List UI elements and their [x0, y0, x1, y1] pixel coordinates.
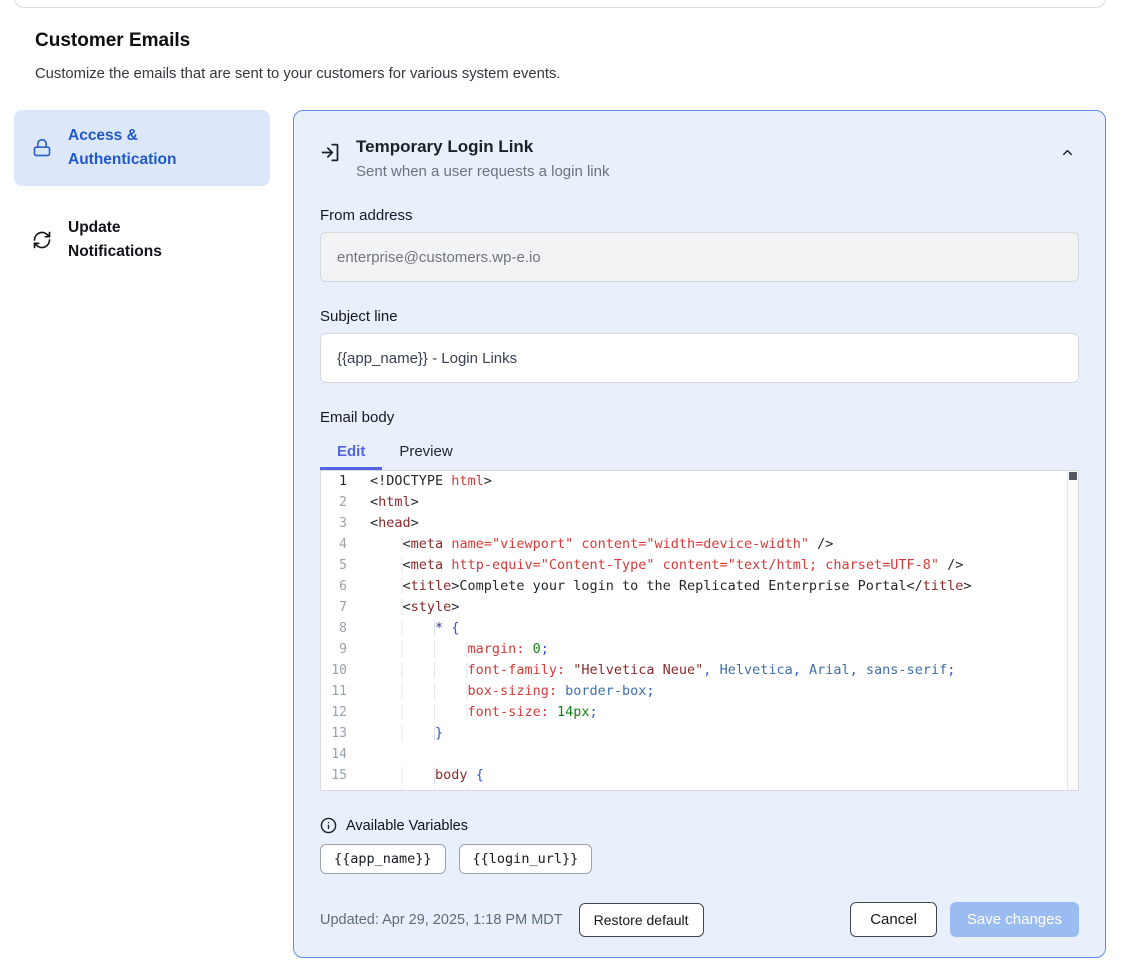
- refresh-icon: [32, 230, 52, 250]
- available-variables-label: Available Variables: [346, 818, 468, 834]
- code-line: 2<html>: [321, 492, 1067, 513]
- line-number: 15: [321, 765, 347, 786]
- line-number: 2: [321, 492, 347, 513]
- code-lines: 1<!DOCTYPE html>2<html>3<head>4 <meta na…: [321, 471, 1067, 791]
- updated-timestamp: Updated: Apr 29, 2025, 1:18 PM MDT: [320, 912, 563, 928]
- line-number: 6: [321, 576, 347, 597]
- code-line: 15 body {: [321, 765, 1067, 786]
- available-variables-header: Available Variables: [320, 817, 1079, 834]
- subject-line-label: Subject line: [320, 308, 1079, 325]
- lock-icon: [32, 138, 52, 158]
- code-line: 11 box-sizing: border-box;: [321, 681, 1067, 702]
- variable-chips: {{app_name}} {{login_url}}: [320, 844, 1079, 874]
- info-icon: [320, 817, 337, 834]
- code-line: 13 }: [321, 723, 1067, 744]
- sidebar-item-update-notifications[interactable]: Update Notifications: [14, 202, 270, 278]
- editor-scrollbar[interactable]: [1067, 471, 1078, 790]
- from-address-input[interactable]: [320, 232, 1079, 282]
- line-number: 4: [321, 534, 347, 555]
- sidebar-item-access-authentication[interactable]: Access & Authentication: [14, 110, 270, 186]
- code-editor[interactable]: 1<!DOCTYPE html>2<html>3<head>4 <meta na…: [320, 470, 1079, 791]
- code-line: 3<head>: [321, 513, 1067, 534]
- previous-card-edge: [14, 0, 1106, 8]
- code-line: 14: [321, 744, 1067, 765]
- code-line: 1<!DOCTYPE html>: [321, 471, 1067, 492]
- panel-title: Temporary Login Link: [356, 135, 1056, 159]
- line-number: 12: [321, 702, 347, 723]
- code-line: 12 font-size: 14px;: [321, 702, 1067, 723]
- save-changes-button[interactable]: Save changes: [950, 902, 1079, 937]
- editor-scrollbar-thumb[interactable]: [1069, 472, 1077, 480]
- variable-chip-login-url[interactable]: {{login_url}}: [459, 844, 593, 874]
- panel-footer: Updated: Apr 29, 2025, 1:18 PM MDT Resto…: [320, 902, 1079, 937]
- code-line: 9 margin: 0;: [321, 639, 1067, 660]
- sidebar-item-label: Update Notifications: [68, 216, 218, 264]
- temporary-login-link-panel: Temporary Login Link Sent when a user re…: [293, 110, 1106, 958]
- line-number: 7: [321, 597, 347, 618]
- line-number: 14: [321, 744, 347, 765]
- code-line: 5 <meta http-equiv="Content-Type" conten…: [321, 555, 1067, 576]
- code-line: 10 font-family: "Helvetica Neue", Helvet…: [321, 660, 1067, 681]
- line-number: 8: [321, 618, 347, 639]
- line-number: 13: [321, 723, 347, 744]
- line-number: 1: [321, 471, 347, 492]
- line-number: 5: [321, 555, 347, 576]
- line-number: 10: [321, 660, 347, 681]
- panel-header: Temporary Login Link Sent when a user re…: [320, 135, 1079, 183]
- line-number: 3: [321, 513, 347, 534]
- tab-preview[interactable]: Preview: [382, 436, 469, 470]
- login-icon: [320, 142, 341, 163]
- code-line: 7 <style>: [321, 597, 1067, 618]
- cancel-button[interactable]: Cancel: [850, 902, 937, 937]
- code-line: 16 background-color: #f9f9f9;: [321, 786, 1067, 791]
- subject-line-input[interactable]: [320, 333, 1079, 383]
- panel-subtitle: Sent when a user requests a login link: [356, 161, 1056, 183]
- tab-edit[interactable]: Edit: [320, 436, 382, 470]
- email-body-tabs: Edit Preview: [320, 436, 1079, 470]
- code-line: 8 * {: [321, 618, 1067, 639]
- restore-default-button[interactable]: Restore default: [579, 903, 704, 937]
- email-types-sidebar: Access & Authentication Update Notificat…: [14, 110, 270, 278]
- from-address-label: From address: [320, 207, 1079, 224]
- code-line: 4 <meta name="viewport" content="width=d…: [321, 534, 1067, 555]
- variable-chip-app-name[interactable]: {{app_name}}: [320, 844, 446, 874]
- line-number: 11: [321, 681, 347, 702]
- line-number: 9: [321, 639, 347, 660]
- sidebar-item-label: Access & Authentication: [68, 124, 218, 172]
- line-number: 16: [321, 786, 347, 791]
- page-subtitle: Customize the emails that are sent to yo…: [35, 66, 561, 82]
- chevron-up-icon: [1060, 145, 1075, 160]
- page-title: Customer Emails: [35, 30, 190, 52]
- email-body-label: Email body: [320, 409, 1079, 426]
- code-line: 6 <title>Complete your login to the Repl…: [321, 576, 1067, 597]
- collapse-button[interactable]: [1056, 141, 1079, 164]
